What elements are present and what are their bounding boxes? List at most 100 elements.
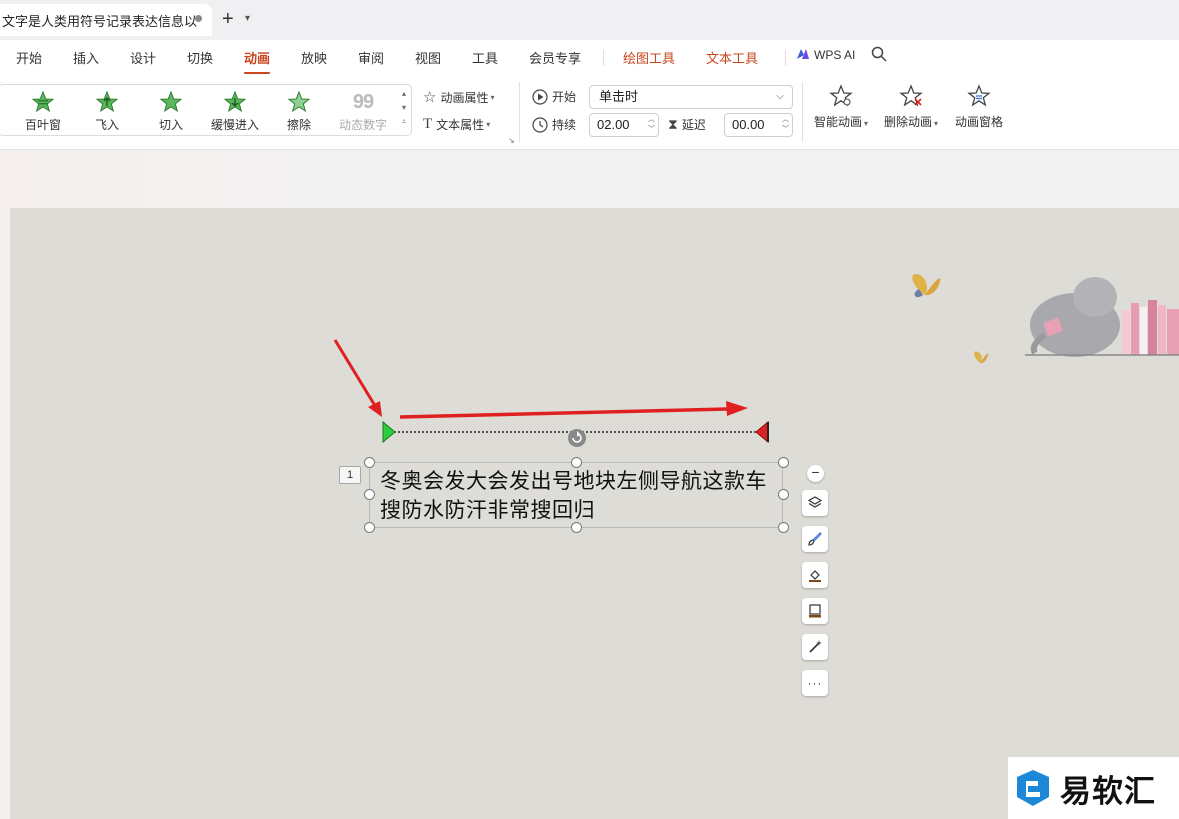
menu-tools[interactable]: 工具 [472,48,498,67]
start-label: 开始 [552,90,577,104]
effect-peek-in[interactable]: 切入 [141,91,201,133]
dialog-launcher-icon[interactable]: ↘ [508,136,515,145]
menu-separator [603,50,604,66]
gallery-scroll-up-icon[interactable]: ▴ [399,89,409,98]
animation-properties-button[interactable]: ☆ 动画属性 ▾ [423,88,494,106]
gallery-expand-icon[interactable]: ⩡ [399,117,409,127]
duration-label: 持续 [552,118,577,132]
clock-icon [532,116,548,133]
tab-chevron-down-icon[interactable]: ▾ [245,13,250,24]
outline-button[interactable] [802,598,828,624]
layers-button[interactable] [802,490,828,516]
fill-button[interactable] [802,562,828,588]
menu-review[interactable]: 审阅 [358,48,384,67]
green-star-icon [160,91,182,113]
resize-handle[interactable] [778,489,789,500]
effect-fly-in-label: 飞入 [94,118,119,132]
effect-crawl-in-label: 缓慢进入 [210,118,259,132]
menu-drawing-tools[interactable]: 绘图工具 [623,48,675,67]
butterfly-icon [912,274,941,298]
play-circle-icon [532,88,548,105]
more-options-icon[interactable]: ··· [802,670,828,696]
menu-home[interactable]: 开始 [16,48,42,67]
ribbon-animation: 百叶窗 飞入 切入 缓慢进入 擦除 99 动态数字 ▴ ▾ ⩡ ☆ 动画属性 ▾ T… [0,74,1179,150]
effects-button[interactable] [802,634,828,660]
ribbon-separator [519,82,520,142]
menu-member[interactable]: 会员专享 [529,48,581,67]
chevron-down-icon: ⌵ [776,91,784,102]
wps-ai-label: WPS AI [814,48,856,62]
document-tab[interactable]: 文字是人类用符号记录表达信息以 [0,4,212,36]
search-icon[interactable] [871,46,887,65]
delay-label: 延迟 [681,118,706,132]
resize-handle[interactable] [778,457,789,468]
watermark-shield-icon [1017,770,1049,806]
slide-text-content[interactable]: 冬奥会发大会发出号地块左侧导航这款车搜防水防汗非常搜回归 [380,467,770,525]
resize-handle[interactable] [364,457,375,468]
elephant-books-illustration [912,274,1179,364]
text-properties-button[interactable]: T 文本属性 ▾ [423,116,490,133]
style-brush-button[interactable] [802,526,828,552]
unsaved-dot-icon [195,15,202,22]
delete-star-icon [899,84,923,107]
text-properties-label: 文本属性 [436,118,485,132]
menu-text-tools[interactable]: 文本工具 [706,48,758,67]
annotation-arrow-diagonal [333,339,379,410]
menu-design[interactable]: 设计 [130,48,156,67]
animation-pane-button[interactable]: 动画窗格 [955,84,1003,130]
delete-animation-label: 删除动画 [884,115,933,129]
effect-blinds[interactable]: 百叶窗 [13,91,73,133]
collapse-minus-icon[interactable]: − [807,465,824,482]
chevron-down-icon: ▾ [864,119,869,128]
effect-fly-in[interactable]: 飞入 [77,91,137,133]
ribbon-separator [802,82,803,142]
chevron-down-icon: ▾ [934,119,939,128]
green-star-icon [96,91,118,113]
animation-effects-gallery: 百叶窗 飞入 切入 缓慢进入 擦除 99 动态数字 ▴ ▾ ⩡ [0,84,412,136]
brush-icon [808,532,822,546]
hourglass-icon: ⧗ [668,116,678,132]
start-label-group: 开始 [532,88,576,105]
animation-order-badge[interactable]: 1 [339,466,361,484]
menu-slideshow[interactable]: 放映 [301,48,327,67]
duration-input[interactable]: 02.00 ︿ ﹀ [589,113,659,137]
spinner-arrows-icon[interactable]: ︿ ﹀ [782,115,789,135]
menu-transition[interactable]: 切换 [187,48,213,67]
rotate-handle-icon[interactable] [567,428,587,448]
gallery-scroll-down-icon[interactable]: ▾ [399,103,409,112]
smart-animation-button[interactable]: 智能动画 ▾ [814,84,868,130]
animation-pane-icon [967,84,991,107]
menu-wps-ai[interactable]: WPS AI [796,48,855,62]
watermark-text: 易软汇 [1060,773,1156,809]
wps-ai-logo-icon [797,49,809,59]
delete-animation-button[interactable]: 删除动画 ▾ [884,84,938,130]
resize-handle[interactable] [364,489,375,500]
green-star-icon [224,91,246,113]
resize-handle[interactable] [778,522,789,533]
green-star-icon [288,91,310,113]
menu-insert[interactable]: 插入 [73,48,99,67]
green-star-icon [32,91,54,113]
effect-crawl-in[interactable]: 缓慢进入 [205,91,265,133]
star-outline-icon: ☆ [423,89,437,106]
animation-pane-label: 动画窗格 [955,115,1004,129]
start-trigger-select[interactable]: 单击时 ⌵ [589,85,793,109]
chevron-down-icon: ▾ [490,92,495,102]
effect-wipe[interactable]: 擦除 [269,91,329,133]
menu-view[interactable]: 视图 [415,48,441,67]
resize-handle[interactable] [364,522,375,533]
duration-label-group: 持续 [532,116,576,133]
smart-star-icon [829,84,853,107]
delay-value: 00.00 [732,117,765,132]
new-tab-plus-icon[interactable]: + [222,8,234,30]
start-trigger-value: 单击时 [599,89,639,104]
menu-animation[interactable]: 动画 [244,48,271,74]
butterfly-icon [974,351,989,364]
tab-bar: 文字是人类用符号记录表达信息以 + ▾ [0,0,1179,40]
fill-bucket-icon [809,570,821,582]
delay-input[interactable]: 00.00 ︿ ﹀ [724,113,793,137]
text-properties-icon: T [423,116,433,132]
effect-wipe-label: 擦除 [286,118,311,132]
spinner-arrows-icon[interactable]: ︿ ﹀ [648,115,655,135]
annotation-arrow-horizontal [399,407,729,419]
